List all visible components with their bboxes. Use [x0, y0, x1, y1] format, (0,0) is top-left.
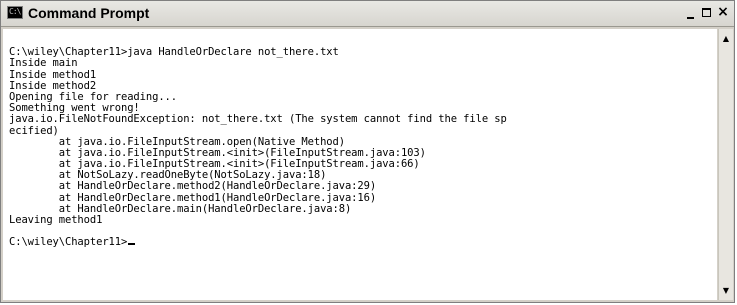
- title-bar[interactable]: C:\ Command Prompt ×: [1, 1, 734, 27]
- minimize-icon: [687, 17, 694, 19]
- close-button[interactable]: ×: [716, 4, 730, 20]
- window-title: Command Prompt: [28, 5, 150, 21]
- current-prompt: C:\wiley\Chapter11>: [9, 236, 128, 249]
- maximize-icon: [702, 8, 711, 17]
- console-line: Inside method1: [9, 68, 97, 81]
- console-line: Leaving method1: [9, 214, 103, 226]
- vertical-scrollbar[interactable]: ▲ ▼: [718, 29, 733, 300]
- console-text: C:\wiley\Chapter11>java HandleOrDeclare …: [3, 29, 717, 249]
- console-line: C:\wiley\Chapter11>java HandleOrDeclare …: [9, 46, 339, 59]
- text-cursor: [128, 243, 136, 246]
- cmd-icon-text: C:\: [9, 7, 21, 16]
- console-line: java.io.FileNotFoundException: not_there…: [9, 113, 507, 126]
- prompt-line[interactable]: C:\wiley\Chapter11>: [9, 237, 717, 248]
- console-line: at HandleOrDeclare.main(HandleOrDeclare.…: [9, 202, 352, 215]
- close-icon: ×: [717, 4, 729, 20]
- minimize-button[interactable]: [684, 7, 698, 20]
- scroll-down-arrow-icon[interactable]: ▼: [719, 283, 733, 298]
- console-line: ecified): [9, 124, 59, 137]
- cmd-window-icon[interactable]: C:\: [7, 6, 23, 19]
- scroll-up-arrow-icon[interactable]: ▲: [719, 31, 733, 46]
- maximize-button[interactable]: [700, 7, 714, 20]
- console-output-area[interactable]: C:\wiley\Chapter11>java HandleOrDeclare …: [3, 29, 717, 300]
- command-prompt-window: C:\ Command Prompt × C:\wiley\Chapter11>…: [0, 0, 735, 303]
- console-line: at HandleOrDeclare.method2(HandleOrDecla…: [9, 180, 377, 193]
- console-line: Inside main: [9, 57, 78, 70]
